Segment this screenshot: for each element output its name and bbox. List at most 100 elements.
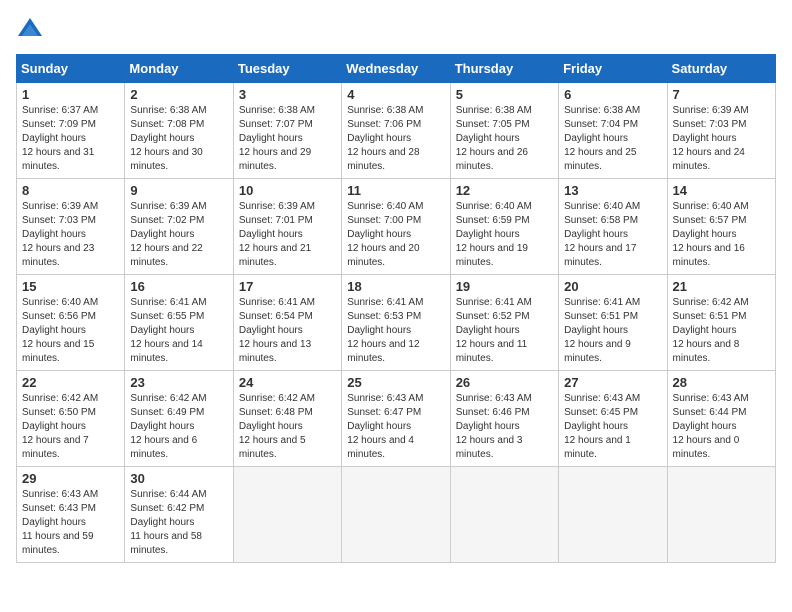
daylight-label: Daylight hours [22, 133, 86, 144]
day-info: Sunrise: 6:43 AM Sunset: 6:47 PM Dayligh… [347, 392, 444, 462]
sunrise-label: Sunrise: 6:41 AM [564, 297, 640, 308]
calendar-cell: 28 Sunrise: 6:43 AM Sunset: 6:44 PM Dayl… [667, 371, 775, 467]
day-number: 29 [22, 471, 119, 486]
calendar-cell: 10 Sunrise: 6:39 AM Sunset: 7:01 PM Dayl… [233, 179, 341, 275]
day-info: Sunrise: 6:37 AM Sunset: 7:09 PM Dayligh… [22, 104, 119, 174]
daylight-label: Daylight hours [22, 517, 86, 528]
sunset-label: Sunset: 7:03 PM [22, 215, 96, 226]
daylight-label: Daylight hours [564, 325, 628, 336]
day-number: 30 [130, 471, 227, 486]
daylight-value: 12 hours and 31 minutes. [22, 147, 94, 172]
day-info: Sunrise: 6:39 AM Sunset: 7:03 PM Dayligh… [22, 200, 119, 270]
day-number: 1 [22, 87, 119, 102]
daylight-label: Daylight hours [239, 229, 303, 240]
day-info: Sunrise: 6:40 AM Sunset: 6:57 PM Dayligh… [673, 200, 770, 270]
calendar-row: 22 Sunrise: 6:42 AM Sunset: 6:50 PM Dayl… [17, 371, 776, 467]
day-number: 9 [130, 183, 227, 198]
day-info: Sunrise: 6:43 AM Sunset: 6:43 PM Dayligh… [22, 488, 119, 558]
day-info: Sunrise: 6:43 AM Sunset: 6:44 PM Dayligh… [673, 392, 770, 462]
sunset-label: Sunset: 6:56 PM [22, 311, 96, 322]
calendar-row: 8 Sunrise: 6:39 AM Sunset: 7:03 PM Dayli… [17, 179, 776, 275]
sunset-label: Sunset: 6:51 PM [564, 311, 638, 322]
sunset-label: Sunset: 6:52 PM [456, 311, 530, 322]
sunset-label: Sunset: 6:48 PM [239, 407, 313, 418]
sunset-label: Sunset: 6:43 PM [22, 503, 96, 514]
day-number: 5 [456, 87, 553, 102]
day-number: 3 [239, 87, 336, 102]
day-number: 20 [564, 279, 661, 294]
sunset-label: Sunset: 6:50 PM [22, 407, 96, 418]
calendar-cell [559, 467, 667, 563]
day-number: 28 [673, 375, 770, 390]
day-info: Sunrise: 6:41 AM Sunset: 6:53 PM Dayligh… [347, 296, 444, 366]
sunrise-label: Sunrise: 6:43 AM [673, 393, 749, 404]
calendar-cell: 6 Sunrise: 6:38 AM Sunset: 7:04 PM Dayli… [559, 83, 667, 179]
daylight-value: 12 hours and 9 minutes. [564, 339, 631, 364]
daylight-value: 12 hours and 23 minutes. [22, 243, 94, 268]
calendar-day-header: Saturday [667, 55, 775, 83]
day-number: 16 [130, 279, 227, 294]
daylight-value: 12 hours and 17 minutes. [564, 243, 636, 268]
day-number: 2 [130, 87, 227, 102]
sunrise-label: Sunrise: 6:38 AM [456, 105, 532, 116]
daylight-value: 12 hours and 20 minutes. [347, 243, 419, 268]
calendar-cell: 17 Sunrise: 6:41 AM Sunset: 6:54 PM Dayl… [233, 275, 341, 371]
sunrise-label: Sunrise: 6:42 AM [22, 393, 98, 404]
sunrise-label: Sunrise: 6:42 AM [130, 393, 206, 404]
daylight-label: Daylight hours [673, 421, 737, 432]
calendar-cell: 16 Sunrise: 6:41 AM Sunset: 6:55 PM Dayl… [125, 275, 233, 371]
calendar-cell: 15 Sunrise: 6:40 AM Sunset: 6:56 PM Dayl… [17, 275, 125, 371]
day-number: 24 [239, 375, 336, 390]
daylight-label: Daylight hours [564, 229, 628, 240]
calendar-cell: 26 Sunrise: 6:43 AM Sunset: 6:46 PM Dayl… [450, 371, 558, 467]
sunrise-label: Sunrise: 6:39 AM [22, 201, 98, 212]
day-number: 25 [347, 375, 444, 390]
day-info: Sunrise: 6:42 AM Sunset: 6:48 PM Dayligh… [239, 392, 336, 462]
calendar-cell: 24 Sunrise: 6:42 AM Sunset: 6:48 PM Dayl… [233, 371, 341, 467]
day-number: 11 [347, 183, 444, 198]
calendar-cell: 25 Sunrise: 6:43 AM Sunset: 6:47 PM Dayl… [342, 371, 450, 467]
sunset-label: Sunset: 6:53 PM [347, 311, 421, 322]
day-number: 15 [22, 279, 119, 294]
daylight-value: 12 hours and 0 minutes. [673, 435, 740, 460]
calendar-day-header: Monday [125, 55, 233, 83]
logo-icon [16, 16, 44, 44]
sunset-label: Sunset: 7:00 PM [347, 215, 421, 226]
daylight-label: Daylight hours [347, 325, 411, 336]
day-info: Sunrise: 6:41 AM Sunset: 6:52 PM Dayligh… [456, 296, 553, 366]
daylight-label: Daylight hours [130, 421, 194, 432]
sunrise-label: Sunrise: 6:41 AM [347, 297, 423, 308]
sunrise-label: Sunrise: 6:37 AM [22, 105, 98, 116]
daylight-label: Daylight hours [130, 229, 194, 240]
day-number: 14 [673, 183, 770, 198]
daylight-label: Daylight hours [347, 229, 411, 240]
sunset-label: Sunset: 6:44 PM [673, 407, 747, 418]
sunset-label: Sunset: 6:59 PM [456, 215, 530, 226]
daylight-label: Daylight hours [22, 229, 86, 240]
daylight-label: Daylight hours [564, 133, 628, 144]
daylight-value: 12 hours and 3 minutes. [456, 435, 523, 460]
daylight-value: 12 hours and 30 minutes. [130, 147, 202, 172]
day-number: 21 [673, 279, 770, 294]
day-info: Sunrise: 6:39 AM Sunset: 7:01 PM Dayligh… [239, 200, 336, 270]
daylight-label: Daylight hours [456, 421, 520, 432]
daylight-value: 12 hours and 14 minutes. [130, 339, 202, 364]
day-info: Sunrise: 6:41 AM Sunset: 6:54 PM Dayligh… [239, 296, 336, 366]
sunrise-label: Sunrise: 6:39 AM [673, 105, 749, 116]
sunrise-label: Sunrise: 6:40 AM [456, 201, 532, 212]
daylight-value: 12 hours and 13 minutes. [239, 339, 311, 364]
sunrise-label: Sunrise: 6:38 AM [347, 105, 423, 116]
calendar-cell: 29 Sunrise: 6:43 AM Sunset: 6:43 PM Dayl… [17, 467, 125, 563]
sunset-label: Sunset: 7:08 PM [130, 119, 204, 130]
calendar-cell [450, 467, 558, 563]
daylight-value: 12 hours and 29 minutes. [239, 147, 311, 172]
daylight-value: 12 hours and 28 minutes. [347, 147, 419, 172]
calendar-cell: 22 Sunrise: 6:42 AM Sunset: 6:50 PM Dayl… [17, 371, 125, 467]
day-info: Sunrise: 6:43 AM Sunset: 6:45 PM Dayligh… [564, 392, 661, 462]
daylight-value: 12 hours and 4 minutes. [347, 435, 414, 460]
sunrise-label: Sunrise: 6:39 AM [130, 201, 206, 212]
day-number: 7 [673, 87, 770, 102]
day-info: Sunrise: 6:42 AM Sunset: 6:49 PM Dayligh… [130, 392, 227, 462]
day-number: 8 [22, 183, 119, 198]
daylight-label: Daylight hours [130, 517, 194, 528]
